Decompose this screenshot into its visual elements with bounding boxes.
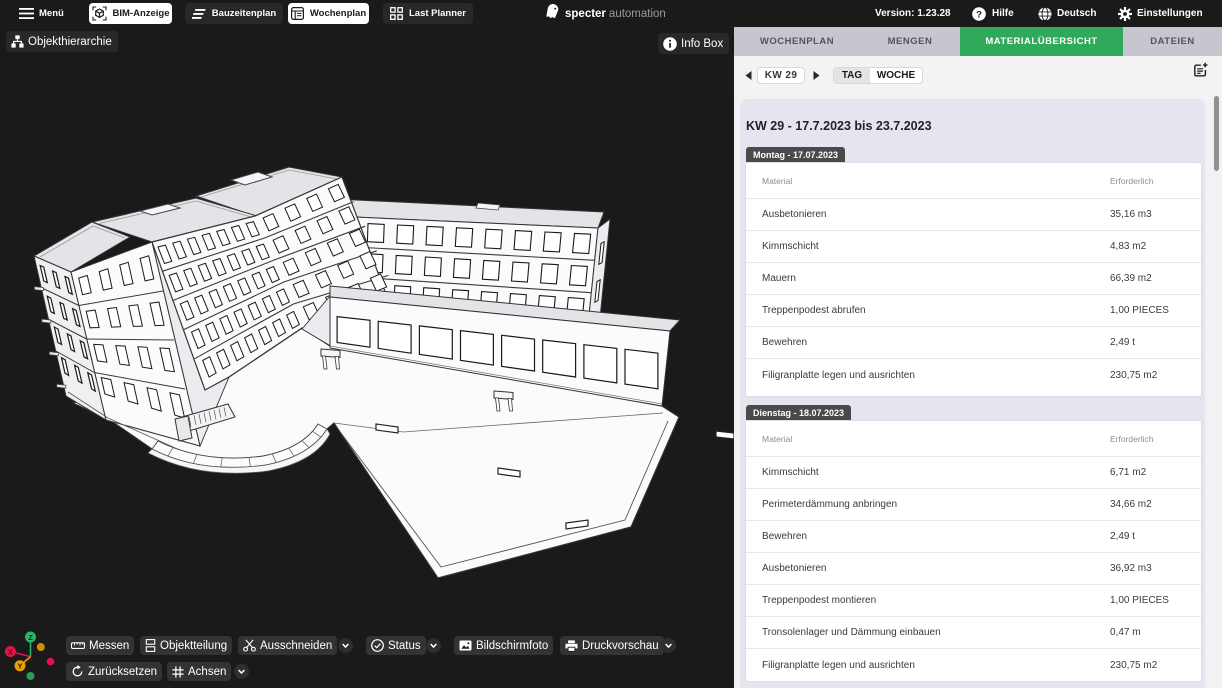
svg-text:Y: Y (17, 662, 22, 671)
svg-text:?: ? (976, 9, 982, 20)
svg-text:X: X (8, 647, 13, 656)
svg-text:Z: Z (28, 633, 33, 642)
